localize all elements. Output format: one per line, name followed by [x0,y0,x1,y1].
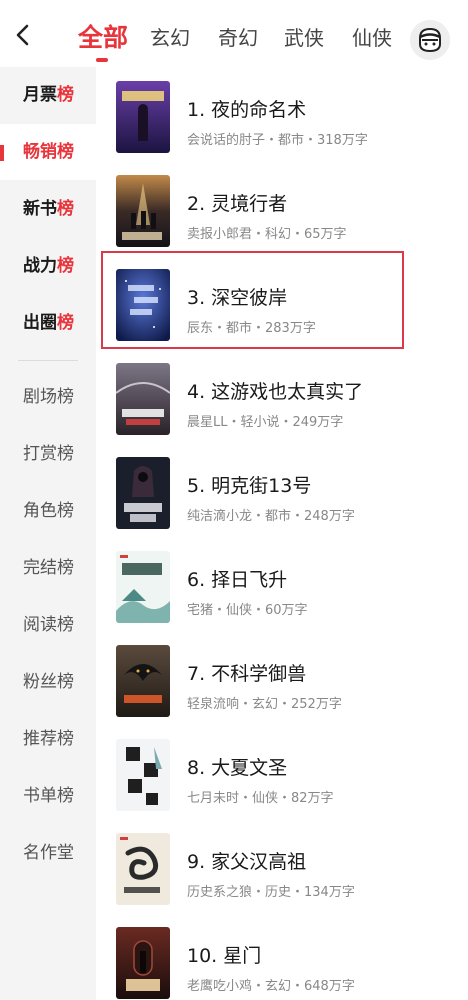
book-meta: 轻泉流响・玄幻・252万字 [187,697,342,712]
sidebar-item-label-accent: 榜 [57,199,74,219]
sidebar-item-character[interactable]: 角色榜 [0,483,96,539]
list-item[interactable]: 5. 明克街13号 纯洁滴小龙・都市・248万字 [96,453,468,545]
sidebar-item-hall-of-fame[interactable]: 名作堂 [0,825,96,881]
sidebar-item-completed[interactable]: 完结榜 [0,540,96,596]
sidebar-item-label: 新书 [23,199,57,219]
book-cover [116,457,170,529]
book-ranking-list: 1. 夜的命名术 会说话的肘子・都市・318万字 2. 灵境行者 卖报小郎君・科… [96,67,468,1000]
book-title: 8. 大夏文圣 [187,757,288,779]
top-nav-bar: 全部 玄幻 奇幻 武侠 仙侠 [0,0,468,72]
sidebar-item-reading[interactable]: 阅读榜 [0,597,96,653]
book-cover [116,739,170,811]
list-item[interactable]: 2. 灵境行者 卖报小郎君・科幻・65万字 [96,171,468,263]
sidebar-item-label: 出圈 [23,313,57,333]
sidebar-item-monthly-ticket[interactable]: 月票榜 [0,67,96,123]
sidebar-item-bestseller[interactable]: 畅销榜 [0,124,96,180]
sidebar-item-power[interactable]: 战力榜 [0,238,96,294]
sidebar-item-label-accent: 榜 [57,313,74,333]
book-meta: 老鹰吃小鸡・玄幻・648万字 [187,979,355,994]
tab-qihuan[interactable]: 奇幻 [218,22,258,51]
book-cover [116,927,170,999]
book-meta: 纯洁滴小龙・都市・248万字 [187,509,355,524]
book-cover [116,363,170,435]
sidebar-item-booklist[interactable]: 书单榜 [0,768,96,824]
book-meta: 七月未时・仙侠・82万字 [187,791,334,806]
list-item[interactable]: 6. 择日飞升 宅猪・仙侠・60万字 [96,547,468,639]
list-item[interactable]: 10. 星门 老鹰吃小鸡・玄幻・648万字 [96,923,468,1000]
book-meta: 会说话的肘子・都市・318万字 [187,133,368,148]
list-item[interactable]: 4. 这游戏也太真实了 晨星LL・轻小说・249万字 [96,359,468,451]
sidebar-item-reward[interactable]: 打赏榜 [0,426,96,482]
book-cover [116,175,170,247]
highlight-box [101,251,404,349]
book-cover [116,551,170,623]
sidebar-item-breakout[interactable]: 出圈榜 [0,295,96,351]
tab-xianxia[interactable]: 仙侠 [352,22,392,51]
book-title: 9. 家父汉高祖 [187,851,307,873]
book-meta: 宅猪・仙侠・60万字 [187,603,308,618]
back-icon[interactable] [10,20,36,50]
sidebar-item-label: 月票 [23,85,57,105]
book-title: 10. 星门 [187,945,262,967]
sidebar-item-theater[interactable]: 剧场榜 [0,369,96,425]
avatar-icon[interactable] [410,20,450,60]
book-cover [116,81,170,153]
book-meta: 卖报小郎君・科幻・65万字 [187,227,347,242]
sidebar-item-fans[interactable]: 粉丝榜 [0,654,96,710]
sidebar-divider [18,360,78,361]
book-title: 2. 灵境行者 [187,193,288,215]
tab-wuxia[interactable]: 武侠 [284,22,324,51]
sidebar-item-label-accent: 榜 [57,256,74,276]
list-item[interactable]: 9. 家父汉高祖 历史系之狼・历史・134万字 [96,829,468,921]
sidebar-item-recommend[interactable]: 推荐榜 [0,711,96,767]
active-tab-indicator [96,58,108,62]
sidebar-item-label: 战力 [23,256,57,276]
book-cover [116,833,170,905]
book-cover [116,645,170,717]
list-item[interactable]: 1. 夜的命名术 会说话的肘子・都市・318万字 [96,77,468,169]
list-item[interactable]: 8. 大夏文圣 七月未时・仙侠・82万字 [96,735,468,827]
book-title: 1. 夜的命名术 [187,99,307,121]
tab-all[interactable]: 全部 [78,18,128,54]
ranking-sidebar: 月票榜 畅销榜 新书榜 战力榜 出圈榜 剧场榜 打赏榜 角色榜 完结榜 阅读榜 … [0,67,96,1000]
book-meta: 晨星LL・轻小说・249万字 [187,415,344,430]
list-item[interactable]: 7. 不科学御兽 轻泉流响・玄幻・252万字 [96,641,468,733]
sidebar-item-new-books[interactable]: 新书榜 [0,181,96,237]
book-title: 5. 明克街13号 [187,475,312,497]
book-title: 6. 择日飞升 [187,569,288,591]
tab-xuanhuan[interactable]: 玄幻 [150,22,190,51]
book-title: 7. 不科学御兽 [187,663,307,685]
sidebar-item-label-accent: 榜 [57,85,74,105]
book-meta: 历史系之狼・历史・134万字 [187,885,355,900]
book-title: 4. 这游戏也太真实了 [187,381,364,403]
